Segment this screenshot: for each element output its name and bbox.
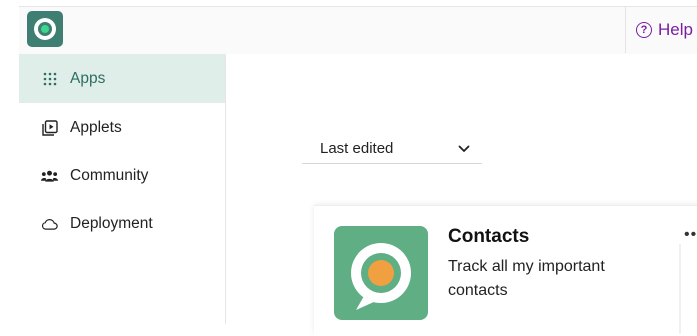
chevron-down-icon (458, 140, 470, 157)
help-link[interactable]: ? Help (625, 6, 697, 53)
divider (679, 244, 681, 334)
main-content: Last edited Contacts Track all my import… (226, 54, 697, 336)
sidebar-item-deployment[interactable]: Deployment (19, 199, 225, 248)
top-bar (19, 6, 697, 55)
cloud-icon (41, 215, 58, 232)
sidebar-item-community[interactable]: Community (19, 151, 225, 200)
logo-icon (34, 18, 56, 40)
sidebar-item-label: Deployment (70, 214, 153, 232)
sidebar-item-label: Apps (70, 69, 106, 87)
card-title: Contacts (448, 226, 530, 247)
contacts-app-icon (334, 226, 428, 320)
app-logo[interactable] (27, 11, 63, 47)
app-card-contacts[interactable]: Contacts Track all my important contacts… (314, 205, 697, 336)
sidebar-item-label: Applets (70, 118, 122, 136)
grid-dots-icon (41, 70, 58, 87)
app-window: ? Help Apps Applets Community Deployment… (0, 0, 697, 336)
sort-label: Last edited (320, 140, 394, 157)
window-edge (0, 0, 19, 324)
card-description: Track all my important contacts (448, 258, 605, 299)
help-circle-icon: ? (636, 21, 652, 38)
sort-dropdown[interactable]: Last edited (302, 134, 482, 164)
sidebar-item-applets[interactable]: Applets (19, 103, 225, 152)
people-icon (41, 167, 58, 184)
sidebar: Apps Applets Community Deployment (19, 54, 226, 324)
play-stack-icon (41, 119, 58, 136)
sidebar-item-apps[interactable]: Apps (19, 54, 225, 103)
sidebar-item-label: Community (70, 166, 149, 184)
more-options-icon[interactable]: •• (684, 226, 697, 244)
help-label: Help (658, 19, 693, 39)
